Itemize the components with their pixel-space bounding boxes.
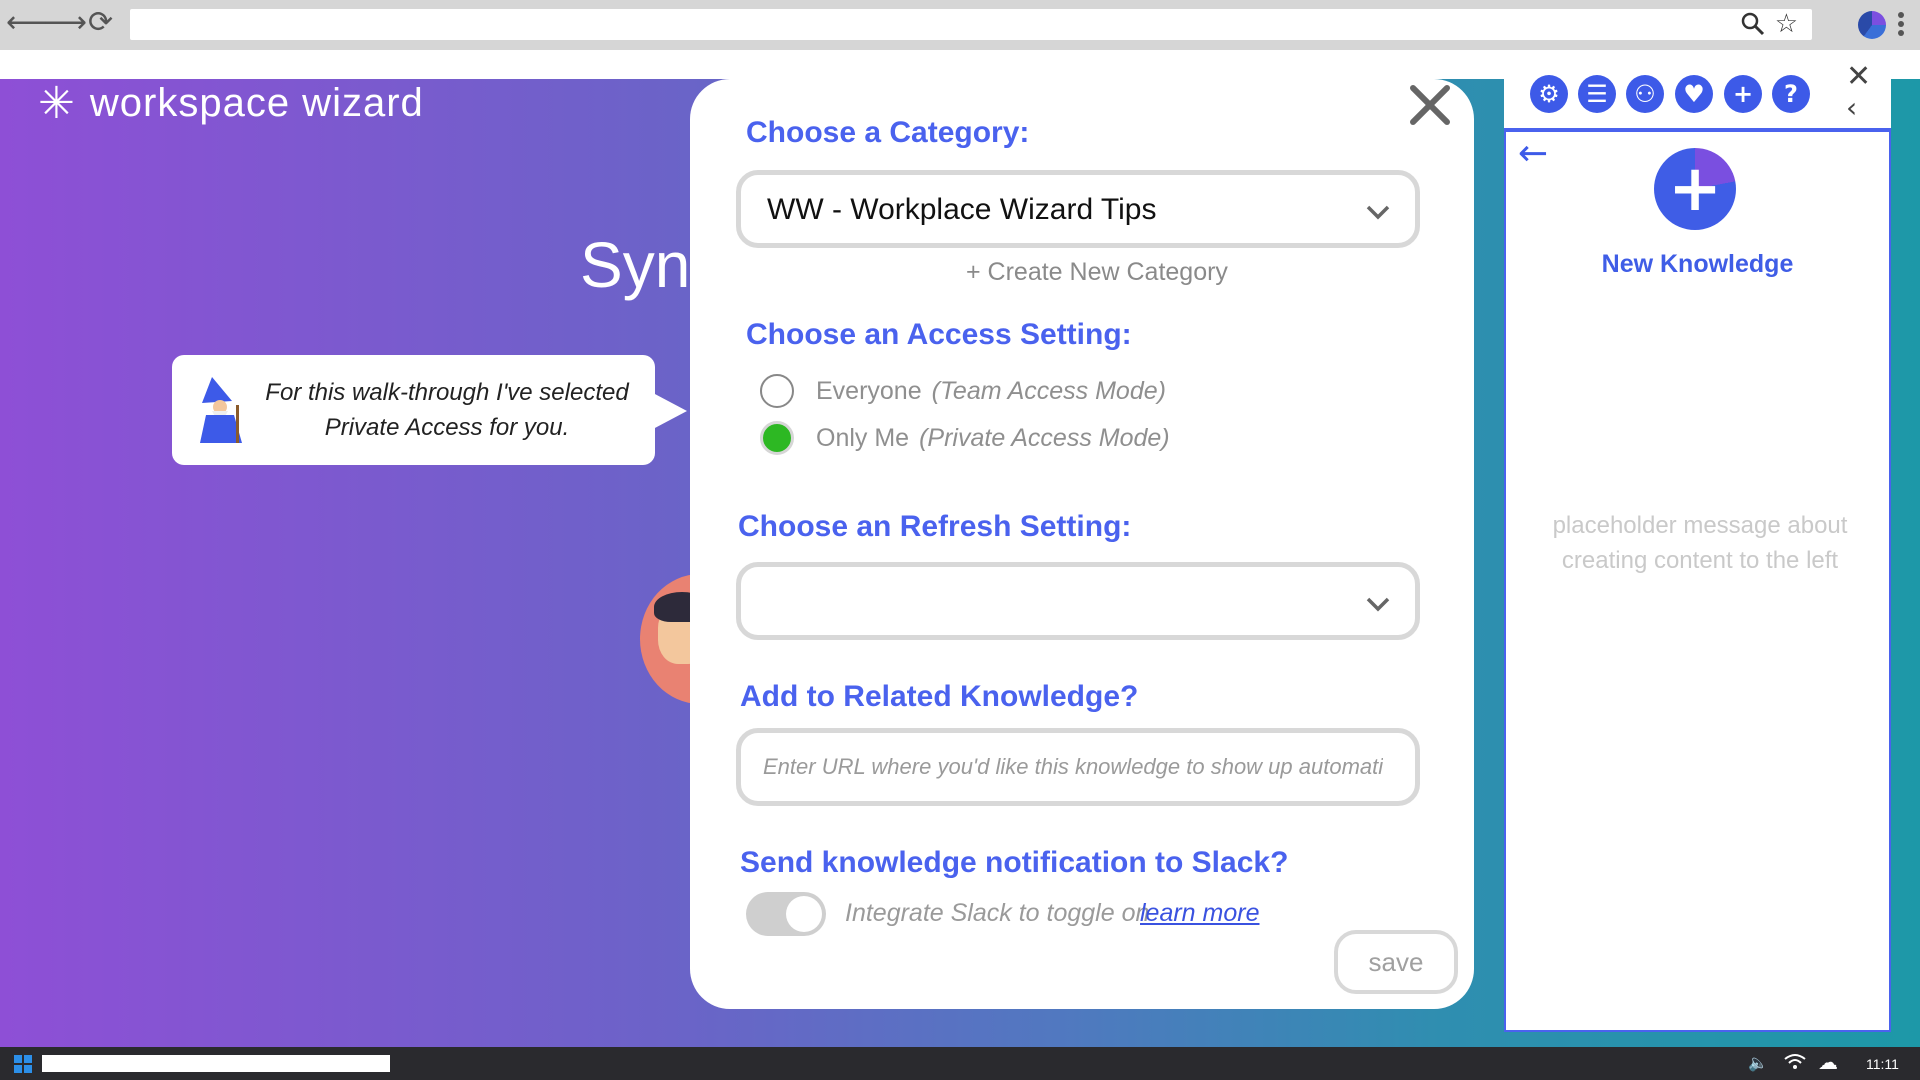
slack-hint: Integrate Slack to toggle on [845, 899, 1150, 927]
access-option-hint: (Team Access Mode) [931, 376, 1166, 405]
panel-close-icon[interactable]: ✕ [1846, 62, 1871, 92]
category-select-value: WW - Workplace Wizard Tips [767, 193, 1157, 226]
search-icon[interactable] [1740, 11, 1766, 43]
save-button[interactable]: save [1334, 930, 1458, 994]
system-clock: 11:11 [1866, 1056, 1899, 1072]
chevron-down-icon [1366, 205, 1390, 220]
access-option-label: Only Me [816, 423, 910, 452]
close-icon[interactable] [1405, 80, 1455, 130]
slack-notification-label: Send knowledge notification to Slack? [740, 846, 1289, 879]
browser-toolbar: ⟵ ⟶ ⟳ ☆ [0, 0, 1920, 50]
radio-button-selected[interactable] [760, 421, 794, 455]
wizard-speech-bubble: For this walk-through I've selected Priv… [172, 355, 687, 465]
browser-menu-icon[interactable] [1897, 10, 1905, 40]
address-bar[interactable]: ☆ [130, 9, 1812, 40]
profile-avatar[interactable] [1858, 11, 1886, 39]
refresh-setting-label: Choose an Refresh Setting: [738, 510, 1132, 543]
create-category-link[interactable]: + Create New Category [966, 258, 1228, 287]
list-icon[interactable]: ☰ [1578, 75, 1616, 113]
wizard-icon [200, 377, 242, 443]
brand-logo: ✳ workspace wizard [38, 78, 424, 129]
panel-collapse-icon[interactable]: ‹ [1846, 94, 1857, 122]
category-label: Choose a Category: [746, 116, 1030, 149]
radio-button[interactable] [760, 374, 794, 408]
back-icon[interactable]: ⟵ [6, 8, 49, 38]
plus-icon: + [1668, 152, 1722, 226]
new-knowledge-button[interactable]: + [1654, 148, 1736, 230]
team-icon[interactable]: ⚇ [1626, 75, 1664, 113]
new-knowledge-label[interactable]: New Knowledge [1504, 250, 1891, 279]
forward-icon[interactable]: ⟶ [44, 8, 87, 38]
help-icon[interactable]: ? [1772, 75, 1810, 113]
back-arrow-icon[interactable]: ← [1518, 136, 1548, 172]
access-setting-label: Choose an Access Setting: [746, 318, 1132, 351]
learn-more-link[interactable]: learn more [1140, 899, 1260, 928]
access-option-everyone[interactable]: Everyone (Team Access Mode) [760, 374, 1166, 408]
windows-start-icon[interactable] [14, 1055, 32, 1073]
related-knowledge-label: Add to Related Knowledge? [740, 680, 1139, 713]
volume-icon[interactable]: 🔈 [1748, 1053, 1768, 1072]
reload-icon[interactable]: ⟳ [88, 8, 113, 38]
access-option-hint: (Private Access Mode) [919, 423, 1170, 452]
placeholder-message: placeholder message about creating conte… [1552, 512, 1848, 574]
plus-icon[interactable]: + [1724, 75, 1762, 113]
category-select[interactable]: WW - Workplace Wizard Tips [736, 170, 1420, 248]
refresh-select[interactable] [736, 562, 1420, 640]
related-url-input[interactable] [763, 747, 1383, 787]
related-url-field[interactable] [736, 728, 1420, 806]
slack-toggle[interactable] [746, 892, 826, 936]
access-option-only-me[interactable]: Only Me (Private Access Mode) [760, 421, 1170, 455]
bubble-text: For this walk-through I've selected Priv… [265, 379, 629, 441]
sparkle-icon: ✳ [38, 78, 76, 129]
bookmark-star-icon[interactable]: ☆ [1775, 9, 1798, 39]
cloud-icon[interactable]: ☁ [1818, 1050, 1838, 1074]
os-taskbar: 🔈 ☁ 11:11 [0, 1047, 1920, 1080]
taskbar-search-field[interactable] [42, 1055, 390, 1072]
gear-icon[interactable]: ⚙ [1530, 75, 1568, 113]
access-option-label: Everyone [816, 376, 922, 405]
brand-name: workspace wizard [89, 81, 424, 125]
heart-icon[interactable]: ♥ [1675, 75, 1713, 113]
chevron-down-icon [1366, 597, 1390, 612]
wifi-icon[interactable] [1784, 1053, 1806, 1075]
